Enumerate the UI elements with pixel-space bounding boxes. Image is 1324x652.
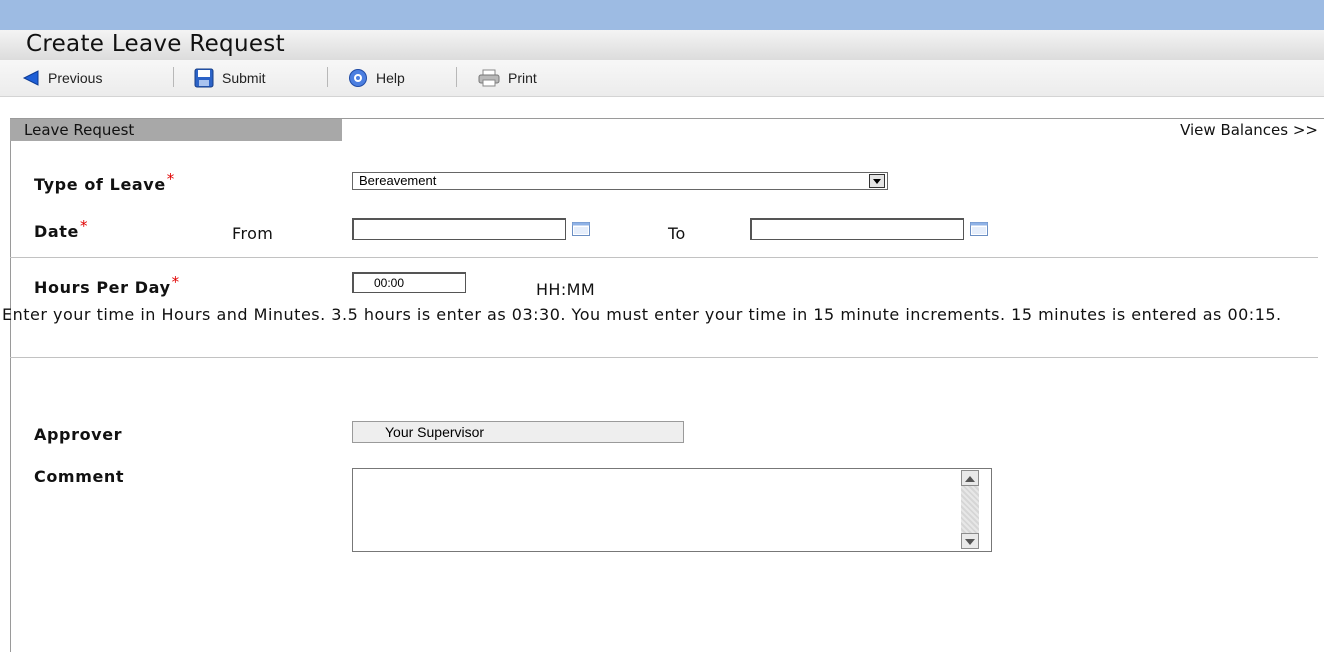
calendar-icon[interactable] [970,222,988,236]
approver-field: Your Supervisor [352,421,684,443]
required-marker: * [79,217,89,235]
section-divider [10,357,1318,358]
section-divider [10,257,1318,258]
help-icon [349,69,367,87]
chevron-down-icon[interactable] [869,174,885,188]
date-text: Date [34,222,79,241]
title-bar: Create Leave Request [0,30,1324,60]
type-of-leave-text: Type of Leave [34,175,166,194]
save-icon [194,68,214,88]
toolbar-divider [173,67,174,87]
tab-leave-request[interactable]: Leave Request [10,119,342,141]
toolbar: Previous Submit Help Print [0,60,1324,97]
hours-format-hint: HH:MM [536,280,596,299]
hours-help-text: Enter your time in Hours and Minutes. 3.… [2,305,1282,324]
print-label: Print [508,70,537,86]
date-from-label: From [232,224,274,243]
page-title: Create Leave Request [26,31,285,57]
hours-per-day-label: Hours Per Day* [34,273,180,297]
hours-per-day-input[interactable] [352,272,466,293]
arrow-left-icon [22,70,39,86]
date-to-label: To [668,224,686,243]
leave-request-panel [10,118,1324,652]
calendar-icon[interactable] [572,222,590,236]
print-button[interactable]: Print [478,60,537,96]
help-button[interactable]: Help [348,60,405,96]
type-of-leave-select[interactable]: Bereavement [352,172,888,190]
date-label: Date* [34,217,88,241]
type-of-leave-label: Type of Leave* [34,170,175,194]
help-label: Help [376,70,405,86]
comment-textarea[interactable] [352,468,992,552]
printer-icon [478,69,500,87]
date-to-input[interactable] [750,218,964,240]
scroll-down-button[interactable] [961,533,979,549]
toolbar-divider [456,67,457,87]
type-of-leave-selected: Bereavement [359,173,437,188]
required-marker: * [166,170,175,188]
previous-button[interactable]: Previous [22,60,102,96]
comment-scrollbar[interactable] [951,469,991,551]
required-marker: * [171,273,180,291]
scroll-track[interactable] [961,486,979,533]
triangle-down-icon [965,539,975,545]
hours-per-day-text: Hours Per Day [34,278,171,297]
triangle-up-icon [965,476,975,482]
comment-label: Comment [34,467,125,486]
submit-label: Submit [222,70,266,86]
scroll-up-button[interactable] [961,470,979,486]
toolbar-divider [327,67,328,87]
date-from-input[interactable] [352,218,566,240]
submit-button[interactable]: Submit [194,60,266,96]
view-balances-link[interactable]: View Balances >> [1180,121,1318,139]
previous-label: Previous [48,70,103,86]
top-accent-bar [0,0,1324,30]
approver-label: Approver [34,425,123,444]
